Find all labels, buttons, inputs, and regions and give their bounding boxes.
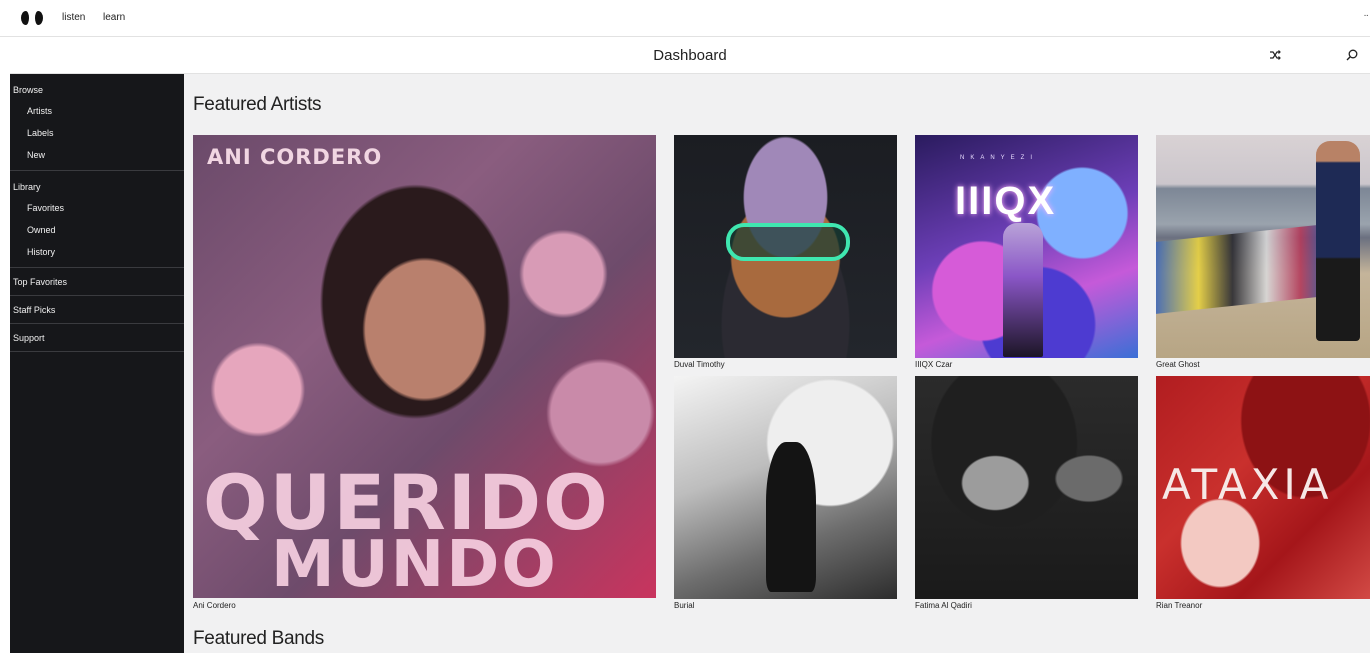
sidebar-item-support[interactable]: Support xyxy=(10,324,184,352)
sidebar: Browse Artists Labels New Library Favori… xyxy=(10,74,184,653)
main-content: Featured Artists ANI CORDERO QUERIDO MUN… xyxy=(184,74,1370,653)
artist-artwork xyxy=(915,376,1138,599)
sidebar-item-staff-picks[interactable]: Staff Picks xyxy=(10,296,184,324)
sidebar-item-history[interactable]: History xyxy=(10,241,184,263)
artist-artwork: ANI CORDERO QUERIDO MUNDO xyxy=(193,135,656,598)
artist-artwork xyxy=(674,135,897,358)
sidebar-item-top-favorites[interactable]: Top Favorites xyxy=(10,268,184,296)
artist-name: Duval Timothy xyxy=(674,360,725,369)
artwork-text: IIIQX xyxy=(955,179,1057,223)
artwork-detail xyxy=(1156,224,1326,314)
more-icon[interactable]: ·· xyxy=(1363,10,1369,21)
artist-artwork: ATAXIA xyxy=(1156,376,1370,599)
shuffle-icon[interactable] xyxy=(1268,48,1282,62)
artist-card-great-ghost[interactable]: Great Ghost xyxy=(1156,135,1370,371)
sidebar-item-artists[interactable]: Artists xyxy=(10,100,184,122)
artist-name: Ani Cordero xyxy=(193,601,236,610)
artwork-detail xyxy=(1003,223,1043,357)
artist-card-fatima-al-qadiri[interactable]: Fatima Al Qadiri xyxy=(915,376,1138,612)
artist-artwork: NKANYEZI IIIQX xyxy=(915,135,1138,358)
artwork-text: NKANYEZI xyxy=(960,155,1039,161)
sidebar-group-browse: Browse Artists Labels New xyxy=(10,74,184,171)
artist-card-ani-cordero[interactable]: ANI CORDERO QUERIDO MUNDO Ani Cordero xyxy=(193,135,656,611)
featured-artists-title: Featured Artists xyxy=(193,94,322,115)
artist-name: Rian Treanor xyxy=(1156,601,1203,610)
sidebar-item-labels[interactable]: Labels xyxy=(10,122,184,144)
nav-learn[interactable]: learn xyxy=(103,12,125,23)
search-icon[interactable] xyxy=(1345,48,1359,62)
artist-card-duval-timothy[interactable]: Duval Timothy xyxy=(674,135,897,371)
artist-name: IIIQX Czar xyxy=(915,360,953,369)
top-bar: listen learn ·· xyxy=(0,0,1370,37)
sidebar-group-library: Library Favorites Owned History xyxy=(10,171,184,268)
artist-artwork xyxy=(1156,135,1370,358)
nav-listen[interactable]: listen xyxy=(62,12,85,23)
artwork-detail xyxy=(1316,141,1360,341)
sidebar-heading-library[interactable]: Library xyxy=(10,177,184,197)
artwork-text: ATAXIA xyxy=(1162,460,1333,509)
artist-card-burial[interactable]: Burial xyxy=(674,376,897,612)
artist-name: Fatima Al Qadiri xyxy=(915,601,972,610)
page-header: Dashboard xyxy=(10,37,1370,74)
sidebar-item-owned[interactable]: Owned xyxy=(10,219,184,241)
brand-logo[interactable] xyxy=(21,11,45,25)
artist-name: Burial xyxy=(674,601,695,610)
sidebar-item-favorites[interactable]: Favorites xyxy=(10,197,184,219)
artwork-detail xyxy=(766,442,816,592)
page-title: Dashboard xyxy=(653,47,727,64)
sidebar-item-new[interactable]: New xyxy=(10,144,184,166)
artist-artwork xyxy=(674,376,897,599)
featured-bands-title: Featured Bands xyxy=(193,628,324,649)
artwork-text: ANI CORDERO xyxy=(207,145,383,169)
artwork-text: MUNDO xyxy=(271,528,558,598)
artwork-detail xyxy=(726,223,850,261)
artist-card-rian-treanor[interactable]: ATAXIA Rian Treanor xyxy=(1156,376,1370,612)
sidebar-heading-browse[interactable]: Browse xyxy=(10,80,184,100)
artist-name: Great Ghost xyxy=(1156,360,1200,369)
artist-card-iiiqx-czar[interactable]: NKANYEZI IIIQX IIIQX Czar xyxy=(915,135,1138,371)
